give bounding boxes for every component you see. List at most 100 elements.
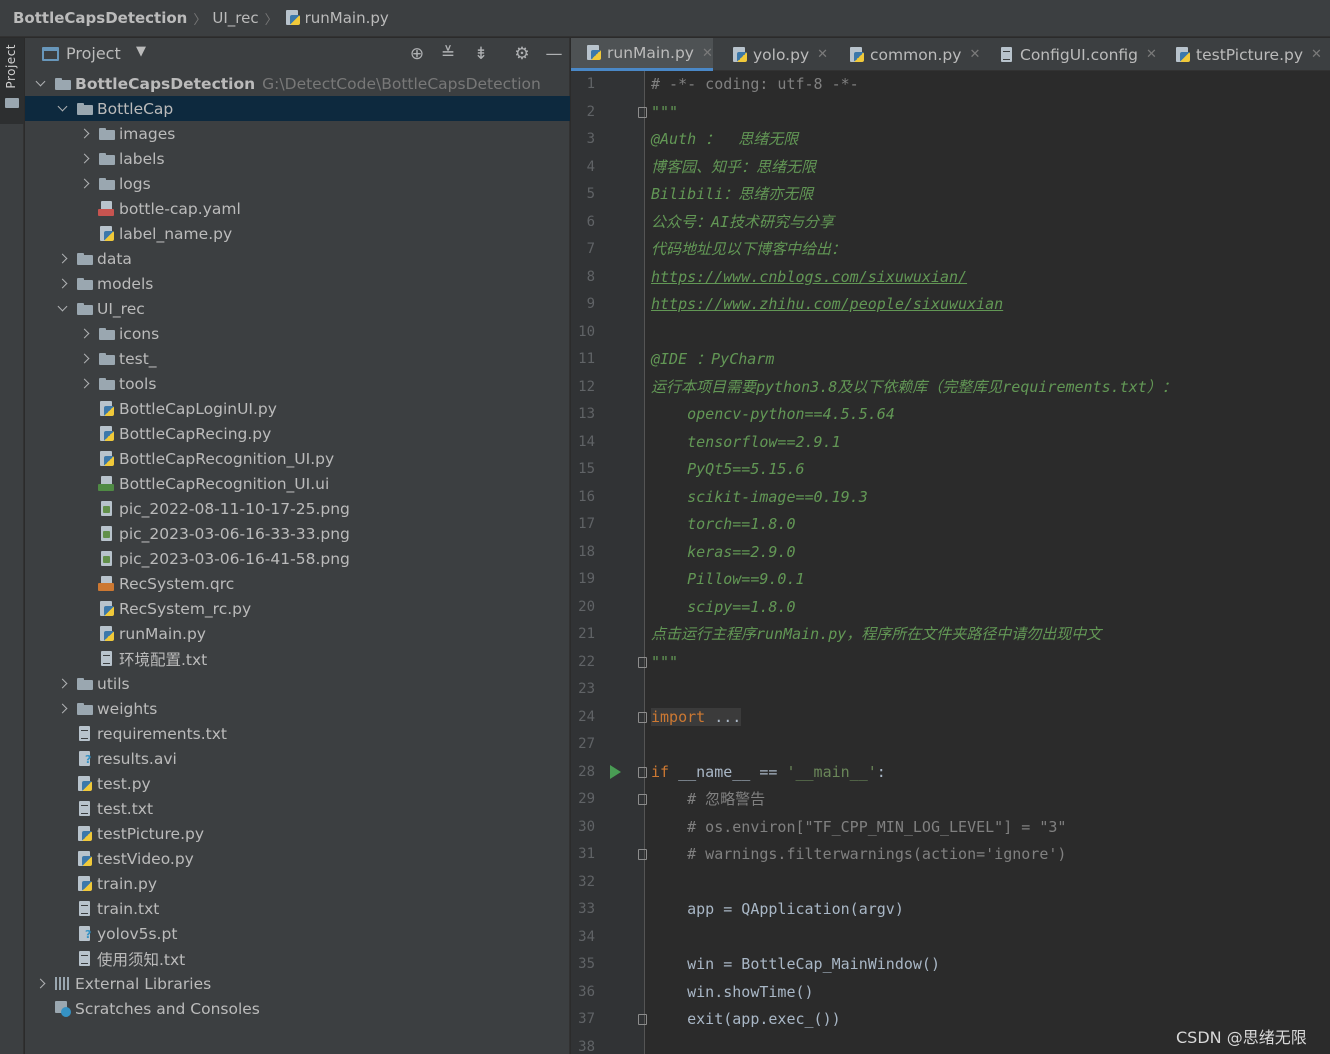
fold-marker-icon[interactable] <box>638 711 647 723</box>
tree-folder-item[interactable]: weights <box>25 696 570 721</box>
tree-folder-item[interactable]: models <box>25 271 570 296</box>
tree-file-item[interactable]: train.py <box>25 871 570 896</box>
fold-marker-icon[interactable] <box>638 106 647 118</box>
chevron-right-icon[interactable] <box>56 702 70 716</box>
tree-file-item[interactable]: results.avi <box>25 746 570 771</box>
tree-file-item[interactable]: RecSystem.qrc <box>25 571 570 596</box>
project-tool-window-button[interactable]: Project <box>0 38 24 124</box>
tree-file-item[interactable]: test.txt <box>25 796 570 821</box>
close-icon[interactable]: ✕ <box>969 47 980 62</box>
chevron-right-icon[interactable] <box>78 177 92 191</box>
breadcrumb-separator: 〉 <box>264 12 278 28</box>
tree-file-item[interactable]: BottleCapRecognition_UI.ui <box>25 471 570 496</box>
locate-file-icon[interactable]: ⊕ <box>406 43 428 65</box>
chevron-down-icon[interactable] <box>56 302 70 316</box>
line-number: 5 <box>586 186 595 202</box>
tree-item-label: yolov5s.pt <box>97 924 178 943</box>
code-token: @IDE ：PyCharm <box>651 350 775 368</box>
close-icon[interactable]: ✕ <box>1146 47 1157 62</box>
chevron-right-icon[interactable] <box>34 977 48 991</box>
tree-folder-item[interactable]: labels <box>25 146 570 171</box>
close-icon[interactable]: ✕ <box>1311 47 1322 62</box>
breadcrumb-file[interactable]: runMain.py <box>305 9 389 27</box>
python-file-icon <box>76 825 94 842</box>
chevron-right-icon[interactable] <box>78 152 92 166</box>
tree-item-label: requirements.txt <box>97 724 227 743</box>
tree-folder-item[interactable]: images <box>25 121 570 146</box>
chevron-right-icon[interactable] <box>78 377 92 391</box>
editor-tab[interactable]: runMain.py ✕ <box>571 38 713 71</box>
code-token: torch==1.8.0 <box>651 515 796 533</box>
fold-marker-icon[interactable] <box>638 1014 647 1025</box>
tree-item-label: models <box>97 274 154 293</box>
fold-marker-icon[interactable] <box>638 656 647 668</box>
chevron-right-icon[interactable] <box>78 327 92 341</box>
line-number: 32 <box>578 873 595 890</box>
tree-item-label: pic_2023-03-06-16-33-33.png <box>119 524 350 543</box>
fold-marker-icon[interactable] <box>638 794 647 805</box>
image-file-icon <box>98 500 116 517</box>
tree-folder-item[interactable]: BottleCap <box>25 96 570 121</box>
gear-icon[interactable]: ⚙ <box>511 43 533 65</box>
tree-file-item[interactable]: External Libraries <box>25 971 570 996</box>
project-view-selector[interactable]: Project <box>66 44 121 63</box>
editor-tab[interactable]: common.py ✕ <box>834 38 980 71</box>
chevron-right-icon[interactable] <box>56 677 70 691</box>
tree-folder-item[interactable]: tools <box>25 371 570 396</box>
tree-folder-item[interactable]: logs <box>25 171 570 196</box>
tree-folder-item[interactable]: UI_rec <box>25 296 570 321</box>
editor-tab[interactable]: yolo.py ✕ <box>717 38 828 71</box>
close-icon[interactable]: ✕ <box>702 46 713 61</box>
fold-marker-icon[interactable] <box>638 766 647 778</box>
tree-file-item[interactable]: Scratches and Consoles <box>25 996 570 1021</box>
expand-all-icon[interactable]: ≚ <box>437 43 459 65</box>
tree-folder-item[interactable]: icons <box>25 321 570 346</box>
tree-file-item[interactable]: 环境配置.txt <box>25 646 570 671</box>
tree-file-item[interactable]: label_name.py <box>25 221 570 246</box>
tree-folder-item[interactable]: test_ <box>25 346 570 371</box>
tree-file-item[interactable]: BottleCapLoginUI.py <box>25 396 570 421</box>
tree-file-item[interactable]: testVideo.py <box>25 846 570 871</box>
line-number: 19 <box>578 571 595 587</box>
code-line: app = QApplication(argv) <box>651 896 904 923</box>
chevron-right-icon[interactable] <box>56 252 70 266</box>
code-token: opencv-python==4.5.5.64 <box>651 405 895 423</box>
editor-tab[interactable]: testPicture.py ✕ <box>1160 38 1322 71</box>
tree-file-item[interactable]: BottleCapRecing.py <box>25 421 570 446</box>
chevron-down-icon[interactable]: ▼ <box>136 44 146 59</box>
editor-tab[interactable]: ConfigUI.config ✕ <box>984 38 1157 71</box>
tree-file-item[interactable]: testPicture.py <box>25 821 570 846</box>
tree-file-item[interactable]: runMain.py <box>25 621 570 646</box>
tree-file-item[interactable]: requirements.txt <box>25 721 570 746</box>
close-icon[interactable]: ✕ <box>817 47 828 62</box>
chevron-right-icon[interactable] <box>78 352 92 366</box>
fold-marker-icon[interactable] <box>638 849 647 860</box>
tree-file-item[interactable]: train.txt <box>25 896 570 921</box>
run-icon[interactable] <box>610 764 621 779</box>
tree-file-item[interactable]: pic_2023-03-06-16-41-58.png <box>25 546 570 571</box>
tree-item-label: label_name.py <box>119 224 233 243</box>
breadcrumb-project[interactable]: BottleCapsDetection <box>13 9 187 27</box>
hide-panel-icon[interactable]: — <box>543 43 565 65</box>
code-line: # 忽略警告 <box>651 786 765 813</box>
chevron-right-icon[interactable] <box>56 277 70 291</box>
chevron-right-icon[interactable] <box>78 127 92 141</box>
tree-file-item[interactable]: RecSystem_rc.py <box>25 596 570 621</box>
tree-file-item[interactable]: pic_2023-03-06-16-33-33.png <box>25 521 570 546</box>
folder-icon <box>76 676 94 692</box>
chevron-down-icon[interactable] <box>56 102 70 116</box>
tree-folder-item[interactable]: utils <box>25 671 570 696</box>
collapse-all-icon[interactable]: ⇟ <box>470 43 492 65</box>
chevron-down-icon[interactable] <box>34 77 48 91</box>
tree-file-item[interactable]: pic_2022-08-11-10-17-25.png <box>25 496 570 521</box>
tree-file-item[interactable]: 使用须知.txt <box>25 946 570 971</box>
code-area[interactable]: # -*- coding: utf-8 -*- """ @Auth ： 思绪无限 博客… <box>651 71 1330 1054</box>
tree-file-item[interactable]: bottle-cap.yaml <box>25 196 570 221</box>
tree-file-item[interactable]: yolov5s.pt <box>25 921 570 946</box>
tree-folder-item[interactable]: data <box>25 246 570 271</box>
text-file-icon <box>76 800 94 817</box>
breadcrumb-folder[interactable]: UI_rec <box>212 9 258 27</box>
tree-file-item[interactable]: BottleCapRecognition_UI.py <box>25 446 570 471</box>
tree-file-item[interactable]: test.py <box>25 771 570 796</box>
tree-folder-item[interactable]: BottleCapsDetection G:\DetectCode\BottleC… <box>25 71 570 96</box>
